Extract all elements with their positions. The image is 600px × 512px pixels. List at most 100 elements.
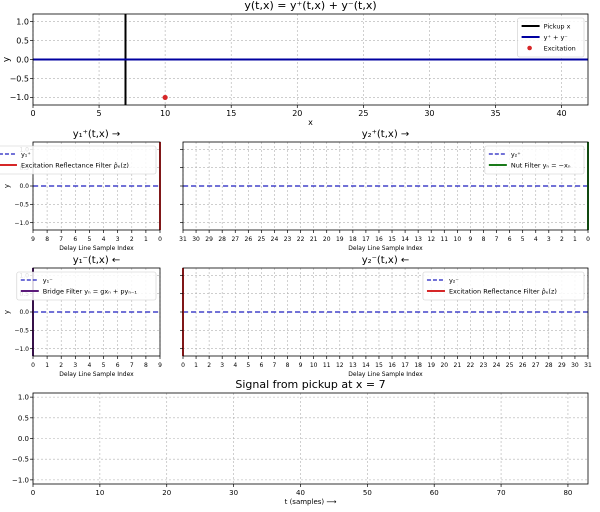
series-point [162, 94, 168, 101]
x-tick-label: 8 [286, 362, 290, 369]
y-tick-label: −1.0 [14, 220, 29, 227]
x-tick-label: 40 [556, 109, 566, 118]
legend-box [16, 271, 157, 301]
x-tick-label: 27 [231, 236, 239, 243]
x-tick-label: 22 [467, 362, 475, 369]
x-tick-label: 31 [584, 362, 592, 369]
x-tick-label: 17 [362, 236, 370, 243]
x-tick-label: 14 [401, 236, 409, 243]
x-tick-label: 4 [534, 236, 538, 243]
chart-title: y(t,x) = y⁺(t,x) + y⁻(t,x) [244, 0, 376, 12]
x-tick-label: 0 [31, 362, 35, 369]
x-tick-label: 26 [245, 236, 253, 243]
x-tick-label: 10 [454, 236, 462, 243]
x-tick-label: 4 [233, 362, 237, 369]
x-tick-label: 6 [259, 362, 263, 369]
x-tick-label: 23 [284, 236, 292, 243]
x-tick-label: 30 [571, 362, 579, 369]
x-tick-label: 3 [116, 236, 120, 243]
x-tick-label: 5 [246, 362, 250, 369]
x-axis-label: Delay Line Sample Index [348, 371, 423, 378]
legend-label: y⁺ + y⁻ [544, 33, 568, 41]
chart-title: y₁⁺(t,x) → [73, 129, 121, 140]
x-tick-label: 18 [349, 236, 357, 243]
x-tick-label: 9 [469, 236, 473, 243]
x-tick-label: 0 [158, 236, 162, 243]
x-tick-label: 24 [493, 362, 501, 369]
chart-y1m: 0123456789−1.0−0.50.00.51.0y₁⁻(t,x) ←Del… [3, 255, 162, 378]
x-tick-label: 3 [220, 362, 224, 369]
x-tick-label: 5 [102, 362, 106, 369]
y-tick-label: −1.0 [14, 346, 29, 353]
x-tick-label: 1 [45, 362, 49, 369]
x-tick-label: 2 [130, 236, 134, 243]
x-tick-label: 0 [586, 236, 590, 243]
x-tick-label: 6 [116, 362, 120, 369]
x-tick-label: 13 [349, 362, 357, 369]
figure: 0 5 10 15 20 25 30 35 40−1.0−0.50.00.51.0y(t,x) … [0, 0, 592, 506]
x-tick-label: 8 [482, 236, 486, 243]
x-tick-label: 28 [545, 362, 553, 369]
x-tick-label: 11 [323, 362, 331, 369]
x-axis-label: Delay Line Sample Index [348, 245, 423, 252]
x-tick-label: 3 [73, 362, 77, 369]
x-tick-label: 9 [299, 362, 303, 369]
y-tick-label: 0.5 [18, 414, 29, 422]
x-tick-label: 7 [273, 362, 277, 369]
x-tick-label: 5 [521, 236, 525, 243]
x-tick-label: 20 [323, 236, 331, 243]
y-tick-label: −0.5 [14, 327, 29, 334]
legend: y₂⁻ Excitation Reflectance Filter ρ̂ₑ(z) [422, 271, 585, 301]
x-tick-label: 14 [362, 362, 370, 369]
y-axis-label: y [3, 310, 11, 314]
x-tick-label: 12 [336, 362, 344, 369]
chart-string: 0 5 10 15 20 25 30 35 40 −1.0 −0.5 0.0 0.5 1.0 y(t,x) … [2, 0, 589, 127]
y-tick-label: 1.0 [16, 17, 29, 26]
x-tick-label: 13 [414, 236, 422, 243]
x-axis-label: Delay Line Sample Index [59, 371, 134, 378]
y-tick-label: −0.5 [14, 201, 29, 208]
legend-label: Excitation [544, 44, 576, 52]
x-tick-label: 25 [506, 362, 514, 369]
x-tick-label: 7 [130, 362, 134, 369]
x-tick-label: 50 [363, 489, 372, 497]
x-tick-label: 0 [31, 489, 35, 497]
x-tick-label: 10 [310, 362, 318, 369]
x-tick-label: 29 [205, 236, 213, 243]
legend-label: Excitation Reflectance Filter ρ̂ₑ(z) [449, 287, 557, 295]
x-tick-label: 15 [388, 236, 396, 243]
x-tick-label: 20 [162, 489, 171, 497]
legend: y₁⁺ Excitation Reflectance Filter ρ̂ₑ(z) [0, 145, 157, 175]
legend-label: Nut Filter yₙ = −xₙ [511, 161, 571, 169]
x-tick-label: 30 [192, 236, 200, 243]
y-tick-label: −0.5 [12, 456, 29, 464]
y-tick-label: 0.0 [19, 183, 29, 190]
x-tick-label: 4 [88, 362, 92, 369]
x-tick-label: 16 [375, 236, 383, 243]
x-tick-label: 2 [207, 362, 211, 369]
x-tick-label: 24 [271, 236, 279, 243]
legend-label: y₁⁺ [21, 150, 31, 158]
legend: y₂⁺ Nut Filter yₙ = −xₙ [484, 145, 585, 175]
legend-box [422, 271, 585, 301]
x-tick-label: 17 [401, 362, 409, 369]
x-tick-label: 16 [388, 362, 396, 369]
x-tick-label: 5 [97, 109, 102, 118]
legend-label: y₂⁻ [449, 276, 459, 284]
y-tick-label: 0.0 [18, 435, 29, 443]
x-tick-label: 29 [558, 362, 566, 369]
x-tick-label: 15 [375, 362, 383, 369]
x-tick-label: 70 [497, 489, 506, 497]
x-tick-label: 7 [495, 236, 499, 243]
x-tick-label: 23 [480, 362, 488, 369]
chart-y2p: 31 30 29 28 27 26 25 24 23 22 21 20 19 18 17 16 15 14 13 12… [179, 129, 590, 252]
x-tick-label: 12 [427, 236, 435, 243]
x-axis-label: t (samples) ⟶ [285, 498, 337, 506]
x-tick-label: 0 [30, 109, 35, 118]
x-tick-label: 1 [144, 236, 148, 243]
x-tick-label: 8 [144, 362, 148, 369]
x-tick-label: 4 [102, 236, 106, 243]
x-tick-label: 22 [297, 236, 305, 243]
y-tick-label: 1.0 [18, 394, 29, 402]
x-tick-label: 6 [508, 236, 512, 243]
